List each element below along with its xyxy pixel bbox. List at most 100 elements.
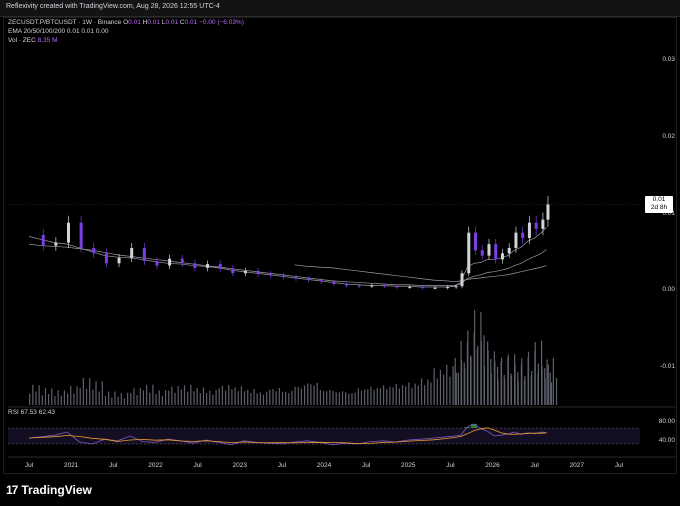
volume-bar	[149, 392, 151, 405]
volume-bar	[206, 393, 208, 405]
volume-bar	[35, 391, 37, 405]
volume-bar	[48, 394, 50, 405]
volume-bar	[98, 391, 100, 405]
candle-body	[231, 268, 235, 274]
volume-bar	[291, 390, 293, 405]
candle-body	[243, 270, 247, 274]
volume-bar	[510, 375, 513, 405]
candle-body	[527, 222, 531, 239]
volume-bar	[108, 391, 110, 405]
last-price-tag: 0.01 2d 8h	[645, 196, 673, 213]
volume-bar	[436, 378, 438, 405]
bar-countdown: 2d 8h	[650, 204, 668, 211]
candle-body	[534, 222, 538, 229]
volume-bar	[193, 391, 195, 405]
rsi-band	[8, 428, 640, 444]
volume-bar	[66, 393, 69, 405]
volume-bar	[507, 354, 509, 405]
volume-bar	[212, 394, 214, 405]
volume-bar	[345, 392, 347, 405]
candle-body	[206, 264, 210, 268]
candle-body	[473, 232, 477, 251]
volume-bar	[215, 390, 217, 405]
volume-bar	[307, 383, 309, 405]
volume-bar	[517, 380, 519, 405]
legend-symbol[interactable]: ZECUSDT.P/BTCUSDT · 1W · Binance	[8, 19, 121, 26]
volume-bar	[354, 392, 356, 405]
volume-bar	[221, 385, 224, 405]
volume-bar	[449, 376, 451, 405]
volume-bar	[209, 390, 211, 405]
volume-bar	[473, 310, 476, 405]
volume-bar	[527, 351, 530, 405]
volume-bar	[145, 384, 148, 405]
volume-bar	[310, 384, 312, 405]
volume-bar	[79, 388, 81, 405]
legend-vol-value: 8.35 M	[37, 37, 58, 44]
rsi-ma-value: 62.43	[38, 409, 56, 416]
candle-body	[66, 222, 70, 243]
candle-body	[487, 244, 491, 256]
volume-bar	[546, 359, 548, 405]
volume-bar	[44, 388, 47, 405]
legend-ema-values: 0.01 0.01 0.00	[66, 28, 109, 35]
volume-bar	[256, 393, 258, 405]
volume-bar	[70, 386, 72, 405]
volume-bar	[76, 386, 78, 405]
candle-body	[395, 286, 399, 288]
candle-body	[382, 285, 386, 287]
volume-bar	[550, 382, 553, 405]
candle-body	[345, 283, 349, 286]
volume-bar	[133, 388, 135, 405]
volume-bar	[433, 368, 435, 405]
candle-body	[92, 247, 96, 254]
volume-bar	[494, 360, 496, 405]
volume-bar	[430, 382, 432, 405]
last-price: 0.01	[652, 196, 666, 203]
candle-body	[467, 232, 471, 274]
time-tick-label: 2024	[316, 462, 332, 469]
volume-bar	[123, 398, 126, 405]
volume-bar	[386, 389, 388, 405]
volume-bar	[544, 377, 546, 405]
volume-bar	[335, 392, 337, 405]
volume-bar	[514, 364, 516, 405]
price-chart[interactable]	[0, 0, 680, 506]
legend-volume-row[interactable]: Vol · ZEC 8.35 M	[8, 37, 58, 44]
volume-bar	[487, 350, 489, 405]
volume-bar	[29, 393, 31, 405]
legend-ema-label: EMA 20/50/100/200	[8, 28, 66, 35]
volume-bar	[401, 385, 404, 405]
volume-bar	[278, 387, 280, 405]
candle-body	[180, 258, 184, 264]
volume-bar	[120, 392, 122, 405]
legend-l-val: 0.01	[165, 19, 179, 26]
candle-body	[79, 222, 83, 248]
rsi-legend[interactable]: RSI 67.53 62.43	[8, 409, 55, 416]
tradingview-logo[interactable]: 17 TradingView	[6, 483, 92, 497]
volume-bar	[142, 390, 145, 405]
volume-bar	[357, 388, 359, 405]
candle-body	[446, 287, 450, 289]
volume-bar	[174, 392, 176, 405]
rsi-label: RSI	[8, 409, 19, 416]
volume-bar	[243, 391, 246, 405]
candle-body	[294, 277, 298, 279]
volume-bar	[158, 390, 160, 405]
candle-body	[117, 257, 121, 264]
candle-body	[480, 250, 484, 256]
volume-bar	[272, 389, 274, 405]
candle-body	[142, 247, 146, 261]
time-tick-label: Jul	[614, 462, 624, 469]
volume-bar	[531, 370, 533, 405]
price-tick-label: -0.01	[660, 362, 675, 370]
legend-ema-row[interactable]: EMA 20/50/100/200 0.01 0.01 0.00	[8, 28, 109, 35]
volume-bar	[250, 392, 252, 405]
volume-bar	[452, 366, 454, 405]
volume-bar	[521, 358, 523, 405]
volume-bar	[187, 391, 189, 405]
volume-bar	[73, 393, 75, 405]
volume-bar	[114, 391, 116, 405]
volume-bar	[477, 345, 479, 405]
candle-body	[507, 247, 511, 254]
